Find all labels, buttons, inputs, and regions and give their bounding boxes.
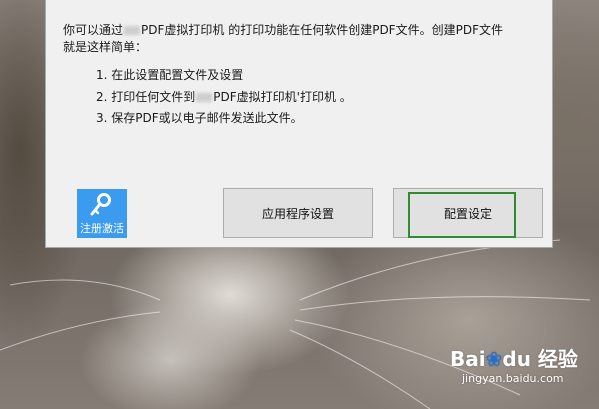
step-item: 3. 保存PDF或以电子邮件发送此文件。	[96, 111, 303, 125]
redacted-name	[124, 26, 141, 35]
register-activate-button[interactable]: 注册激活	[77, 189, 127, 238]
baidu-jingyan-logo: Bai❀du 经验	[450, 347, 578, 371]
app-settings-button[interactable]: 应用程序设置	[223, 188, 373, 238]
paw-icon: ❀	[485, 347, 503, 371]
redacted-name	[196, 93, 213, 102]
step-item: 1. 在此设置配置文件及设置	[96, 68, 244, 82]
pdf-printer-dialog: 你可以通过 PDF虚拟打印机 的打印功能在任何软件创建PDF文件。创建PDF文件 …	[45, 0, 553, 248]
register-label: 注册激活	[80, 222, 124, 235]
key-icon	[90, 193, 111, 216]
intro-text-line2: 就是这样简单：	[63, 40, 148, 54]
intro-text-line1: 你可以通过 PDF虚拟打印机 的打印功能在任何软件创建PDF文件。创建PDF文件	[63, 23, 503, 37]
step-item: 2. 打印任何文件到 PDF虚拟打印机'打印机 。	[96, 90, 352, 104]
highlight-box	[408, 192, 516, 238]
watermark-url: jingyan.baidu.com	[462, 372, 564, 385]
